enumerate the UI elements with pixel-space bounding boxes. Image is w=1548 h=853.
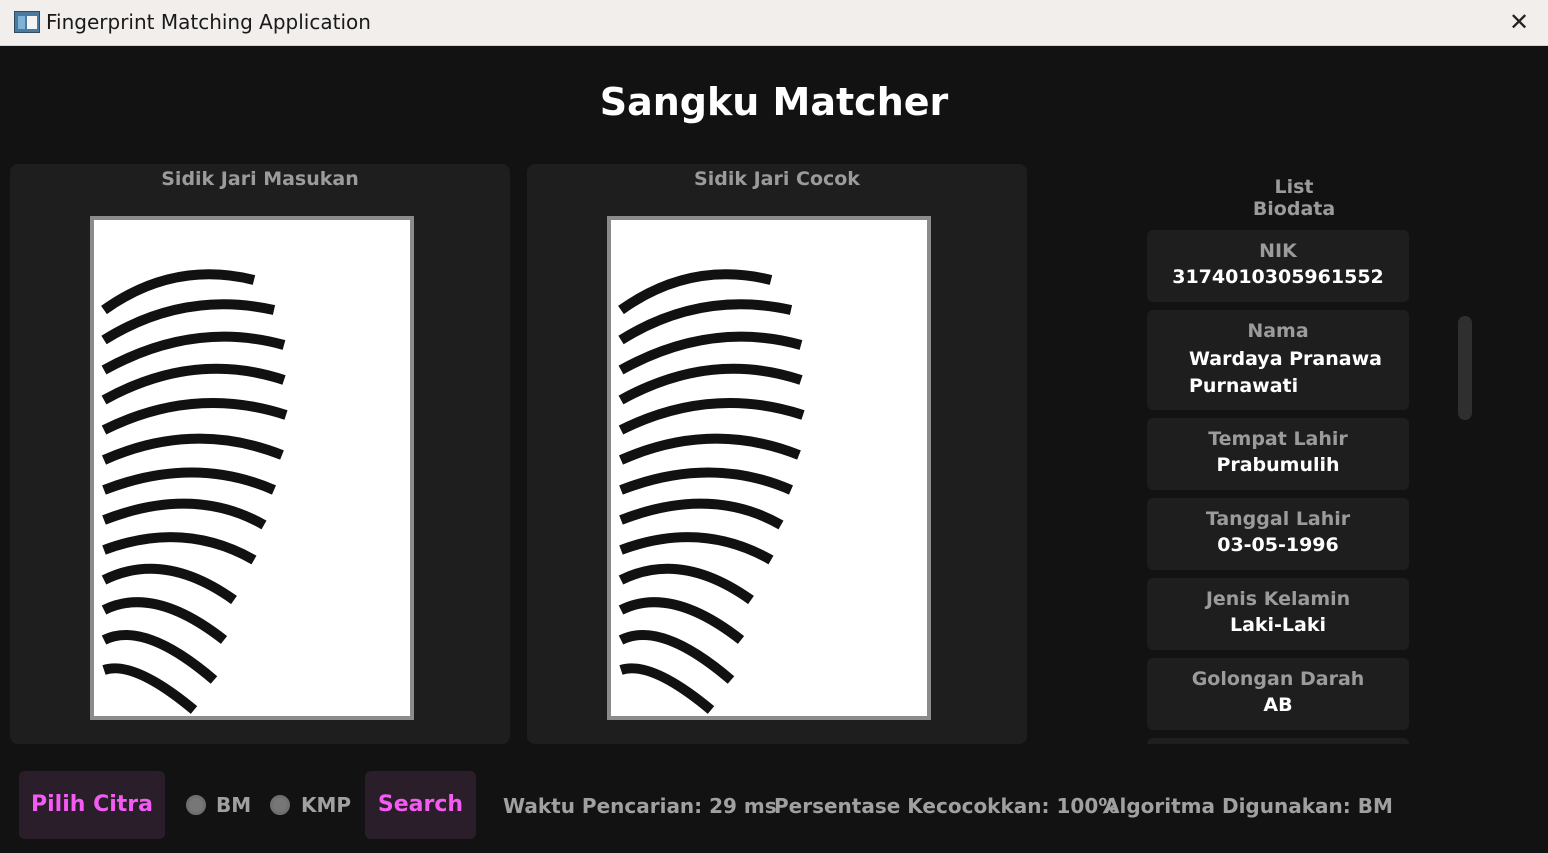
biodata-card-tempat-lahir: Tempat Lahir Prabumulih (1147, 418, 1409, 490)
biodata-card-jenis-kelamin: Jenis Kelamin Laki-Laki (1147, 578, 1409, 650)
kmp-radio-label[interactable]: KMP (301, 793, 351, 817)
app-title: Sangku Matcher (599, 80, 949, 124)
biodata-label: Jenis Kelamin (1205, 588, 1351, 610)
biodata-value-line2: Purnawati (1189, 375, 1299, 397)
matched-fingerprint-panel: Sidik Jari Cocok (527, 164, 1027, 744)
biodata-scrollbar[interactable] (1458, 316, 1472, 420)
bm-radio-label[interactable]: BM (216, 793, 251, 817)
pick-image-button[interactable]: Pilih Citra (19, 771, 165, 839)
window-title: Fingerprint Matching Application (46, 10, 371, 34)
input-fingerprint-image (90, 216, 414, 720)
biodata-value: AB (1263, 694, 1293, 716)
biodata-card-partial (1147, 738, 1409, 744)
window-titlebar: Fingerprint Matching Application ✕ (0, 0, 1548, 46)
search-button[interactable]: Search (365, 771, 476, 839)
bm-radio-button[interactable] (186, 795, 206, 815)
biodata-card-nik: NIK 3174010305961552 (1147, 230, 1409, 302)
biodata-card-tanggal-lahir: Tanggal Lahir 03-05-1996 (1147, 498, 1409, 570)
search-time-text: Waktu Pencarian: 29 ms (503, 794, 777, 818)
biodata-value: 3174010305961552 (1172, 266, 1384, 288)
biodata-value: Prabumulih (1216, 454, 1340, 476)
input-fingerprint-panel: Sidik Jari Masukan (10, 164, 510, 744)
biodata-list[interactable]: NIK 3174010305961552 Nama Wardaya Pranaw… (1147, 230, 1409, 744)
biodata-card-golongan-darah: Golongan Darah AB (1147, 658, 1409, 730)
algorithm-used-text: Algoritma Digunakan: BM (1104, 794, 1393, 818)
biodata-label: Tanggal Lahir (1205, 508, 1351, 530)
kmp-radio-button[interactable] (270, 795, 290, 815)
biodata-label: Tempat Lahir (1208, 428, 1348, 450)
app-icon (14, 11, 40, 33)
biodata-card-nama: Nama Wardaya Pranawa Purnawati (1147, 310, 1409, 410)
biodata-value: Laki-Laki (1229, 614, 1327, 636)
matched-fingerprint-title: Sidik Jari Cocok (694, 168, 860, 190)
match-percentage-text: Persentase Kecocokkan: 100% (774, 794, 1119, 818)
input-fingerprint-title: Sidik Jari Masukan (161, 168, 359, 190)
biodata-title: List Biodata (1252, 176, 1336, 220)
biodata-value: 03-05-1996 (1217, 534, 1339, 556)
biodata-label: Nama (1247, 320, 1309, 342)
biodata-label: Golongan Darah (1191, 668, 1365, 690)
biodata-label: NIK (1259, 240, 1297, 262)
close-icon[interactable]: ✕ (1498, 3, 1540, 41)
matched-fingerprint-image (607, 216, 931, 720)
biodata-value-line1: Wardaya Pranawa (1189, 348, 1382, 370)
